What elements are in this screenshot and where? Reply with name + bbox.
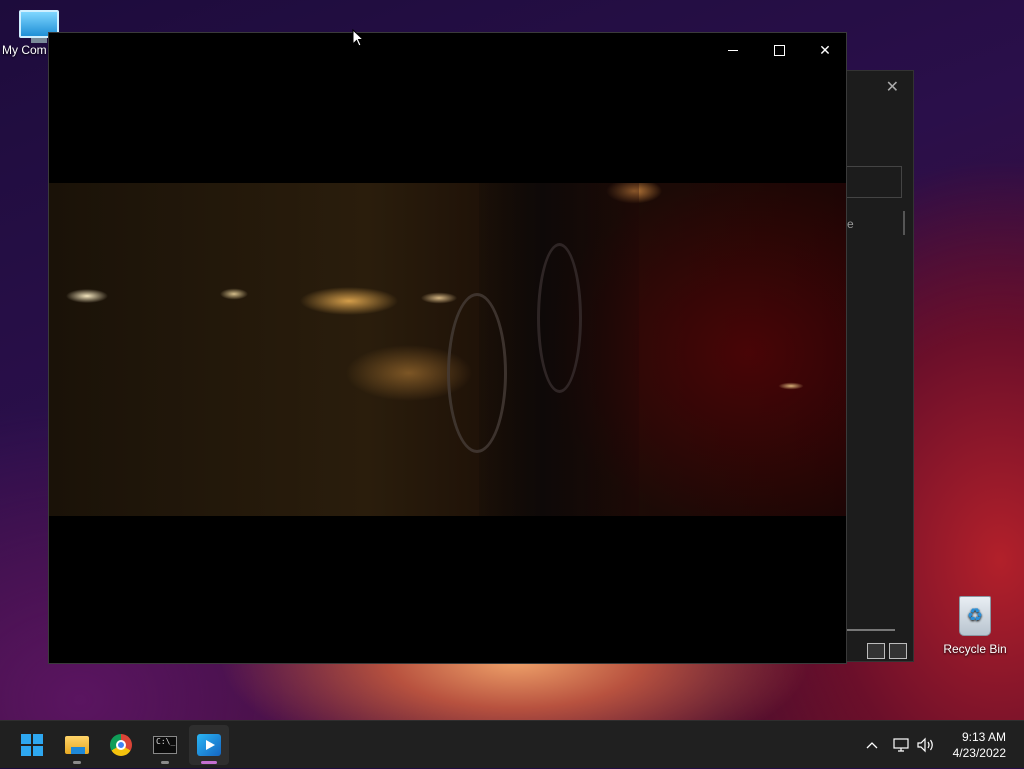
taskbar-chrome[interactable]	[101, 725, 141, 765]
video-frame[interactable]	[49, 183, 846, 516]
close-button[interactable]: ✕	[805, 37, 845, 63]
media-player-icon	[197, 734, 221, 756]
clock-date: 4/23/2022	[952, 746, 1006, 760]
clock[interactable]: 9:13 AM 4/23/2022	[953, 729, 1006, 761]
chrome-icon	[110, 734, 132, 756]
taskbar: C:\_ 9:13 AM 4/23/2022	[0, 720, 1024, 768]
scrollbar[interactable]	[903, 211, 905, 235]
folder-icon	[65, 736, 89, 754]
partial-label: e	[847, 217, 854, 231]
background-window[interactable]: ✕ e	[846, 70, 914, 662]
desktop-icon-recycle-bin[interactable]: ♻ Recycle Bin	[940, 596, 1010, 656]
chevron-up-icon	[866, 742, 878, 749]
tile-view-icon[interactable]	[889, 643, 907, 659]
maximize-icon	[773, 44, 785, 56]
recycle-bin-icon: ♻	[959, 596, 991, 636]
volume-button[interactable]	[916, 721, 936, 769]
network-button[interactable]	[892, 721, 910, 769]
mouse-cursor-icon	[352, 29, 364, 47]
terminal-icon: C:\_	[153, 736, 177, 754]
taskbar-command-prompt[interactable]: C:\_	[145, 725, 185, 765]
desktop-icon-label: Recycle Bin	[943, 642, 1007, 656]
network-icon	[893, 738, 909, 752]
start-button[interactable]	[12, 725, 52, 765]
clock-time: 9:13 AM	[961, 730, 1006, 744]
list-view-icon[interactable]	[867, 643, 885, 659]
windows-start-icon	[21, 734, 43, 756]
input-field[interactable]	[847, 166, 902, 198]
media-player-window[interactable]: ✕	[48, 32, 847, 664]
volume-icon	[917, 737, 933, 753]
maximize-button[interactable]	[759, 37, 799, 63]
show-hidden-icons-button[interactable]	[864, 721, 880, 769]
divider	[847, 629, 895, 631]
close-icon: ✕	[819, 41, 831, 58]
close-icon[interactable]: ✕	[886, 77, 899, 97]
taskbar-file-explorer[interactable]	[57, 725, 97, 765]
minimize-icon	[728, 49, 738, 51]
taskbar-media-player[interactable]	[189, 725, 229, 765]
minimize-button[interactable]	[713, 37, 753, 63]
